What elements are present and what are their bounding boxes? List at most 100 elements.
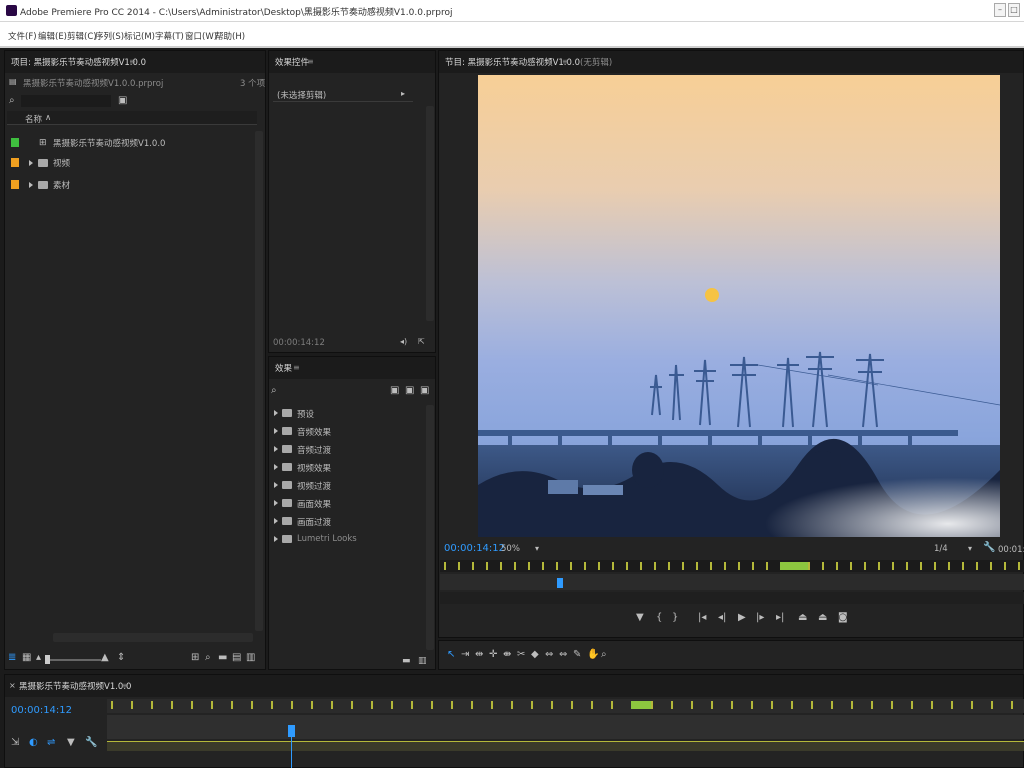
new-bin-icon[interactable]: ▣: [118, 95, 127, 107]
project-item-folder-assets[interactable]: 素材: [7, 176, 257, 194]
effect-controls-tab-menu-icon[interactable]: ≡: [307, 57, 314, 66]
track-select-tool-icon[interactable]: ⇥: [461, 649, 469, 661]
effect-controls-scrollbar[interactable]: [426, 106, 434, 321]
program-scrubber[interactable]: [440, 574, 1024, 590]
effects-category-video-effects[interactable]: 视频效果: [274, 459, 426, 477]
list-view-icon[interactable]: ≣: [8, 652, 16, 664]
effects-search-input[interactable]: [283, 385, 383, 397]
selection-tool-icon[interactable]: ↖: [447, 649, 455, 661]
effects-category-picture-effects[interactable]: 画面效果: [274, 495, 426, 513]
expand-triangle-icon[interactable]: [274, 410, 278, 416]
effects-category-video-transitions[interactable]: 视频过渡: [274, 477, 426, 495]
tab-program[interactable]: 节目: 黑摄影乐节奏动感视频V1.0.0: [445, 56, 580, 68]
sort-ascending-icon[interactable]: ∧: [45, 113, 51, 123]
effects-scrollbar[interactable]: [426, 405, 434, 650]
hand-tool-icon[interactable]: ✋: [587, 649, 599, 661]
resolution-dropdown[interactable]: 1/4 ▾: [930, 542, 978, 556]
effects-category-audio-transitions[interactable]: 音频过渡: [274, 441, 426, 459]
tab-effect-controls[interactable]: 效果控件: [275, 56, 309, 68]
timeline-ruler[interactable]: [107, 715, 1024, 739]
automate-to-sequence-icon[interactable]: ⊞: [191, 652, 199, 664]
menu-edit[interactable]: 编辑(E): [38, 30, 67, 42]
menu-window[interactable]: 窗口(W): [185, 30, 217, 42]
lift-icon[interactable]: ⏏: [798, 612, 807, 624]
expand-triangle-icon[interactable]: [29, 182, 33, 188]
program-zoom-bar[interactable]: [440, 592, 1024, 604]
play-icon[interactable]: ▶: [738, 612, 746, 624]
clear-icon[interactable]: ▥: [246, 652, 255, 664]
thumbnail-zoom-slider[interactable]: [45, 659, 101, 661]
zoom-slider-handle[interactable]: [45, 655, 50, 664]
effects-category-picture-transitions[interactable]: 画面过渡: [274, 513, 426, 531]
project-search-input[interactable]: [21, 95, 111, 107]
add-marker-icon[interactable]: ▼: [636, 612, 644, 624]
expand-triangle-icon[interactable]: [274, 428, 278, 434]
icon-view-icon[interactable]: ▦: [22, 652, 31, 664]
add-marker-timeline-icon[interactable]: ▼: [67, 737, 75, 749]
menu-file[interactable]: 文件(F): [8, 30, 37, 42]
program-tab-menu-icon[interactable]: ≡: [562, 57, 569, 66]
effects-category-lumetri-looks[interactable]: Lumetri Looks: [274, 531, 426, 549]
expand-triangle-icon[interactable]: [274, 446, 278, 452]
effects-category-audio-effects[interactable]: 音频效果: [274, 423, 426, 441]
effects-category-presets[interactable]: 预设: [274, 405, 426, 423]
maximize-button[interactable]: □: [1008, 3, 1020, 17]
expand-triangle-icon[interactable]: [29, 160, 33, 166]
extract-icon[interactable]: ⏏: [818, 612, 827, 624]
rolling-edit-tool-icon[interactable]: ✛: [489, 649, 497, 661]
slide-alt-tool-icon[interactable]: ⇔: [559, 649, 567, 661]
step-back-icon[interactable]: ◂|: [718, 612, 726, 624]
program-preview-image[interactable]: [478, 75, 1000, 537]
go-to-in-icon[interactable]: |◂: [698, 612, 706, 624]
zoom-dropdown[interactable]: 50% ▾: [497, 542, 545, 556]
expand-triangle-icon[interactable]: [274, 536, 278, 542]
program-timecode[interactable]: 00:00:14:12: [444, 543, 505, 554]
menu-marker[interactable]: 标记(M): [124, 30, 155, 42]
project-column-header[interactable]: 名称 ∧: [7, 111, 257, 125]
find-icon[interactable]: ⌕: [205, 652, 211, 664]
nest-toggle-icon[interactable]: ⇲: [11, 737, 19, 749]
slip-tool-icon[interactable]: ◆: [531, 649, 539, 661]
timeline-playhead[interactable]: [287, 725, 295, 737]
ripple-edit-tool-icon[interactable]: ⇹: [475, 649, 483, 661]
expand-triangle-icon[interactable]: [274, 500, 278, 506]
menu-help[interactable]: 帮助(H): [215, 30, 245, 42]
linked-selection-icon[interactable]: ⇌: [47, 737, 55, 749]
collapse-arrow-icon[interactable]: ▸: [401, 88, 405, 100]
razor-tool-icon[interactable]: ✂: [517, 649, 525, 661]
program-marker-strip[interactable]: [440, 560, 1024, 572]
delete-custom-item-icon[interactable]: ▥: [418, 655, 427, 667]
sort-icons-icon[interactable]: ⇕: [117, 652, 125, 664]
settings-wrench-icon[interactable]: 🔧: [983, 542, 995, 554]
step-forward-icon[interactable]: |▸: [756, 612, 764, 624]
timeline-work-area-bar[interactable]: [107, 741, 1024, 751]
column-name-header[interactable]: 名称: [25, 113, 42, 125]
effects-tab-menu-icon[interactable]: ≡: [293, 363, 300, 372]
new-item-icon[interactable]: ▤: [232, 652, 241, 664]
timeline-settings-icon[interactable]: 🔧: [85, 737, 97, 749]
menu-title[interactable]: 字幕(T): [155, 30, 184, 42]
zoom-tool-icon[interactable]: ⌕: [601, 649, 607, 661]
32bit-effects-icon[interactable]: ▣: [405, 385, 414, 397]
tab-effects[interactable]: 效果: [275, 362, 292, 374]
new-custom-bin-icon[interactable]: ▬: [402, 655, 411, 667]
mark-in-icon[interactable]: {: [656, 612, 662, 624]
close-tab-icon[interactable]: ×: [9, 680, 16, 692]
yuv-effects-icon[interactable]: ▣: [420, 385, 429, 397]
export-icon[interactable]: ⇱: [418, 336, 425, 348]
minimize-button[interactable]: –: [994, 3, 1006, 17]
project-item-sequence[interactable]: ⊞ 黑摄影乐节奏动感视频V1.0.0: [7, 134, 257, 152]
expand-triangle-icon[interactable]: [274, 464, 278, 470]
tab-timeline-sequence[interactable]: 黑摄影乐节奏动感视频V1.0.0: [19, 680, 131, 692]
timeline-tab-menu-icon[interactable]: ≡: [121, 681, 128, 690]
slide-tool-icon[interactable]: ⇔: [545, 649, 553, 661]
timeline-timecode[interactable]: 00:00:14:12: [11, 705, 72, 716]
export-frame-icon[interactable]: ◙: [838, 612, 848, 624]
expand-triangle-icon[interactable]: [274, 518, 278, 524]
menu-sequence[interactable]: 序列(S): [95, 30, 124, 42]
project-item-folder-video[interactable]: 视频: [7, 154, 257, 172]
expand-triangle-icon[interactable]: [274, 482, 278, 488]
filter-icon[interactable]: ◂): [400, 336, 407, 348]
program-playhead[interactable]: [556, 578, 563, 588]
pen-tool-icon[interactable]: ✎: [573, 649, 581, 661]
